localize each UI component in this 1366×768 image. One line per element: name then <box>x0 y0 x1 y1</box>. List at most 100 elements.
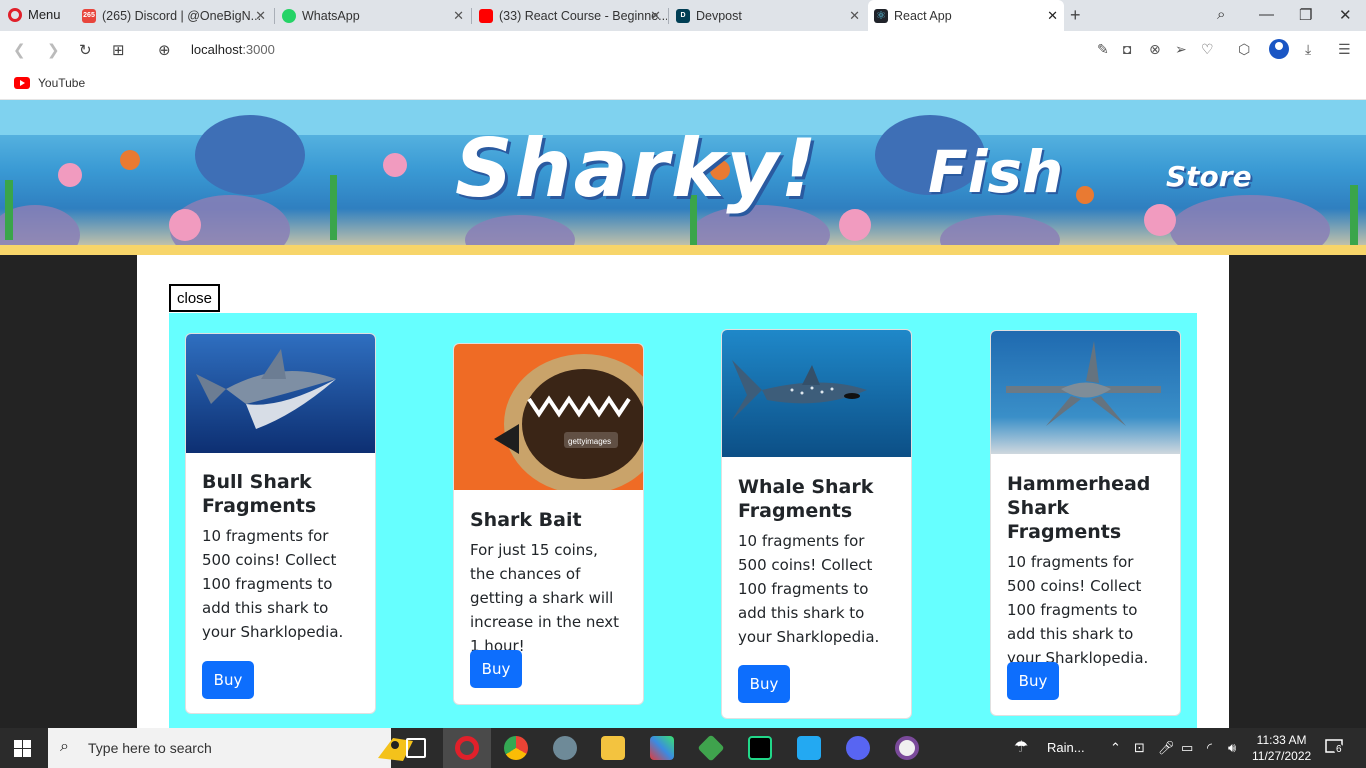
card-title: Shark Bait <box>470 509 582 531</box>
opera-logo-icon <box>8 7 22 22</box>
back-icon[interactable]: ❮ <box>13 41 26 59</box>
pycharm-icon[interactable] <box>748 736 772 760</box>
card-title: Hammerhead Shark Fragments <box>1007 473 1151 543</box>
url-port: :3000 <box>242 42 275 57</box>
brand-title-third: Store <box>1166 160 1252 193</box>
shark-bait-image: gettyimages <box>454 344 643 490</box>
bookmark-label: YouTube <box>38 76 86 90</box>
product-card-whale-shark: Whale Shark Fragments 10 fragments for 5… <box>721 329 912 719</box>
clock-date: 11/27/2022 <box>1252 749 1312 763</box>
notification-count: 6 <box>1334 744 1344 755</box>
heart-icon[interactable]: ♡ <box>1201 41 1214 58</box>
shop-grid: Bull Shark Fragments 10 fragments for 50… <box>169 313 1197 728</box>
tab-title: React App <box>894 8 952 23</box>
tab-devpost[interactable]: D Devpost ✕ <box>670 0 866 31</box>
react-favicon-icon: ⚛ <box>874 8 888 23</box>
restore-button[interactable]: ❐ <box>1299 6 1312 24</box>
profile-avatar-icon[interactable] <box>1269 39 1289 59</box>
vscode-icon[interactable] <box>797 736 821 760</box>
opera-menu-button[interactable]: Menu <box>8 7 61 22</box>
windows-taskbar: ⌕ Type here to search ☂ Rain... ⌃ ⊡ 🎤︎ ▭… <box>0 728 1366 768</box>
buy-button[interactable]: Buy <box>1007 662 1059 700</box>
system-clock[interactable]: 11:33 AM 11/27/2022 <box>1252 732 1311 764</box>
send-icon[interactable]: ➢ <box>1175 41 1187 58</box>
wifi-icon[interactable]: ◜ <box>1207 740 1212 756</box>
download-icon[interactable]: ⤓ <box>1305 41 1311 58</box>
tab-whatsapp[interactable]: WhatsApp ✕ <box>276 0 470 31</box>
weather-rain-icon[interactable]: ☂ <box>1014 737 1028 757</box>
card-title: Bull Shark Fragments <box>202 471 317 517</box>
bookmarks-bar: YouTube <box>0 69 1366 100</box>
tab-title: (33) React Course - Beginne... <box>499 8 667 23</box>
card-title: Whale Shark Fragments <box>738 476 874 522</box>
discord-taskbar-icon[interactable] <box>846 736 870 760</box>
file-explorer-icon[interactable] <box>601 736 625 760</box>
url-host: localhost <box>191 42 243 57</box>
card-description: 10 fragments for 500 coins! Collect 100 … <box>1007 553 1149 667</box>
reload-icon[interactable]: ↻ <box>79 41 92 59</box>
tab-title: (265) Discord | @OneBigN... <box>102 8 262 23</box>
devpost-favicon-icon: D <box>676 8 690 23</box>
clock-time: 11:33 AM <box>1256 733 1307 747</box>
easy-setup-icon[interactable]: ☰ <box>1338 41 1351 58</box>
youtube-logo-icon <box>14 77 30 89</box>
close-tab-icon[interactable]: ✕ <box>849 8 860 24</box>
site-info-icon[interactable]: ⊕ <box>158 41 171 59</box>
forward-icon[interactable]: ❯ <box>47 41 60 59</box>
notification-center-icon[interactable]: 6 <box>1325 738 1344 756</box>
tabs-grid-icon[interactable]: ⊞ <box>112 41 125 59</box>
volume-icon[interactable]: 🔊︎ <box>1228 740 1236 756</box>
close-tab-icon[interactable]: ✕ <box>650 8 661 24</box>
close-window-button[interactable]: ✕ <box>1339 6 1352 24</box>
tab-search-icon[interactable]: ⌕ <box>1217 6 1225 23</box>
git-tool-icon[interactable] <box>650 736 674 760</box>
microphone-tray-icon[interactable]: 🎤︎ <box>1158 740 1175 756</box>
cube-app-icon[interactable] <box>697 734 725 762</box>
bookmark-youtube[interactable]: YouTube <box>14 76 85 90</box>
tab-divider <box>668 8 669 24</box>
new-tab-button[interactable]: + <box>1070 5 1081 26</box>
tab-react-course[interactable]: (33) React Course - Beginne... ✕ <box>473 0 667 31</box>
tab-title: WhatsApp <box>302 8 360 23</box>
chrome-taskbar-icon[interactable] <box>504 736 528 760</box>
url-field[interactable]: localhost:3000 <box>191 42 275 57</box>
stock-watermark: gettyimages <box>568 437 611 446</box>
minimize-button[interactable]: — <box>1259 6 1274 23</box>
tray-expand-icon[interactable]: ⌃ <box>1110 740 1121 756</box>
battery-icon[interactable]: ▭ <box>1181 740 1193 756</box>
close-button[interactable]: close <box>169 284 220 312</box>
opera-taskbar-icon[interactable] <box>455 736 479 760</box>
close-tab-icon[interactable]: ✕ <box>1047 8 1058 24</box>
extensions-cube-icon[interactable]: ⬡ <box>1238 41 1250 58</box>
whatsapp-favicon-icon <box>282 8 296 23</box>
close-tab-icon[interactable]: ✕ <box>453 8 464 24</box>
youtube-favicon-icon <box>479 8 493 23</box>
taskbar-search-box[interactable]: ⌕ Type here to search <box>48 728 413 768</box>
snapshot-icon[interactable]: ◘ <box>1123 41 1131 57</box>
tab-react-app[interactable]: ⚛ React App ✕ <box>868 0 1064 31</box>
product-card-shark-bait: gettyimages Shark Bait For just 15 coins… <box>453 343 644 705</box>
camera-tray-icon[interactable]: ⊡ <box>1134 740 1145 756</box>
weather-label[interactable]: Rain... <box>1047 740 1085 755</box>
bull-shark-photo <box>186 334 375 453</box>
store-banner: Sharky! Fish Store <box>0 100 1366 255</box>
card-description: 10 fragments for 500 coins! Collect 100 … <box>738 532 880 646</box>
discord-favicon-icon: 265 <box>82 8 96 23</box>
browser-tab-bar: Menu 265 (265) Discord | @OneBigN... ✕ W… <box>0 0 1366 31</box>
card-description: For just 15 coins, the chances of gettin… <box>470 541 620 655</box>
product-card-hammerhead-shark: Hammerhead Shark Fragments 10 fragments … <box>990 330 1181 716</box>
close-tab-icon[interactable]: ✕ <box>255 8 266 24</box>
task-view-icon[interactable] <box>406 738 426 758</box>
buy-button[interactable]: Buy <box>738 665 790 703</box>
adblock-icon[interactable]: ⊗ <box>1149 41 1161 58</box>
github-desktop-icon[interactable] <box>895 736 919 760</box>
whale-shark-image <box>722 330 911 457</box>
people-app-icon[interactable] <box>553 736 577 760</box>
buy-button[interactable]: Buy <box>470 650 522 688</box>
edit-icon[interactable]: ✎ <box>1097 41 1109 58</box>
windows-start-icon[interactable] <box>14 740 31 757</box>
menu-label: Menu <box>28 7 61 22</box>
buy-button[interactable]: Buy <box>202 661 254 699</box>
tab-discord[interactable]: 265 (265) Discord | @OneBigN... ✕ <box>76 0 272 31</box>
brand-title-main: Sharky! <box>455 122 819 215</box>
